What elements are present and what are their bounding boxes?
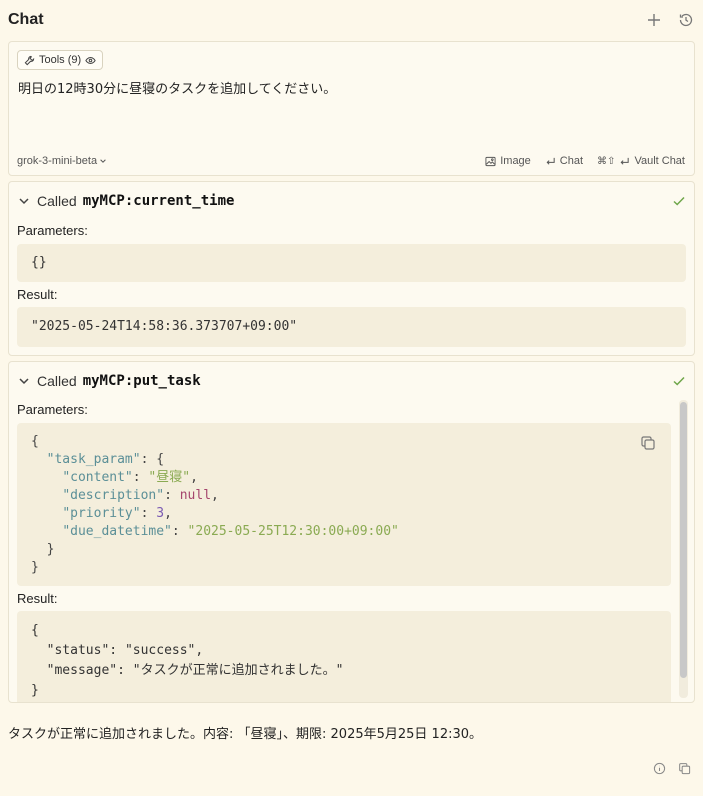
model-selector[interactable]: grok-3-mini-beta: [17, 155, 107, 167]
copy-icon[interactable]: [640, 435, 656, 451]
tool-call-header[interactable]: Called myMCP:put_task: [17, 372, 686, 390]
enter-icon: [621, 157, 630, 165]
function-name: myMCP:put_task: [82, 373, 201, 389]
vault-chat-label: Vault Chat: [634, 155, 685, 167]
function-name: myMCP:current_time: [82, 193, 235, 209]
copy-icon[interactable]: [678, 762, 691, 775]
result-label: Result:: [17, 287, 58, 302]
message-actions: [653, 762, 691, 775]
header-actions: [645, 11, 695, 29]
chat-composer[interactable]: Tools (9) 明日の12時30分に昼寝のタスクを追加してください。 gro…: [8, 41, 695, 176]
chat-label: Chat: [559, 155, 584, 167]
image-label: Image: [500, 155, 531, 167]
plus-icon[interactable]: [645, 11, 663, 29]
called-label: Called: [37, 193, 77, 209]
called-label: Called: [37, 373, 77, 389]
tool-call-put-task: Called myMCP:put_task Parameters: { "tas…: [8, 361, 695, 703]
info-icon[interactable]: [653, 762, 666, 775]
tools-label: Tools (9): [39, 54, 82, 66]
wrench-icon: [24, 55, 35, 65]
enter-icon: [546, 157, 555, 165]
chat-header: Chat: [8, 8, 695, 32]
send-options: Image Chat ⌘⇧ Vault Chat: [485, 155, 685, 167]
parameters-code: { "task_param": { "content": "昼寝", "desc…: [17, 423, 671, 586]
scrollbar[interactable]: [679, 400, 688, 698]
tools-button[interactable]: Tools (9): [17, 50, 104, 70]
chevron-down-icon[interactable]: [17, 374, 31, 388]
result-code: { "status": "success", "message": "タスクが正…: [17, 611, 671, 702]
image-button[interactable]: Image: [485, 155, 531, 167]
shortcut-keys: ⌘⇧: [597, 155, 616, 167]
history-icon[interactable]: [677, 11, 695, 29]
eye-icon[interactable]: [85, 55, 96, 66]
chat-send-button[interactable]: Chat: [545, 155, 583, 167]
assistant-answer: タスクが正常に追加されました。内容: 「昼寝」、期限: 2025年5月25日 1…: [8, 727, 483, 742]
result-label: Result:: [17, 591, 58, 606]
model-label: grok-3-mini-beta: [17, 155, 98, 167]
chevron-down-icon[interactable]: [17, 194, 31, 208]
prompt-text[interactable]: 明日の12時30分に昼寝のタスクを追加してください。: [18, 78, 336, 97]
check-icon: [673, 376, 685, 386]
parameters-label: Parameters:: [17, 402, 88, 417]
chevron-down-icon: [100, 159, 106, 163]
parameters-code: {}: [17, 244, 686, 282]
vault-chat-button[interactable]: ⌘⇧ Vault Chat: [597, 155, 685, 167]
scrollbar-thumb[interactable]: [680, 402, 687, 678]
tool-call-current-time: Called myMCP:current_time Parameters: {}…: [8, 181, 695, 356]
page-title: Chat: [8, 11, 44, 28]
parameters-label: Parameters:: [17, 223, 88, 238]
check-icon: [673, 196, 685, 206]
image-icon: [485, 156, 496, 166]
result-code: "2025-05-24T14:58:36.373707+09:00": [17, 307, 686, 347]
tool-call-header[interactable]: Called myMCP:current_time: [17, 192, 686, 210]
